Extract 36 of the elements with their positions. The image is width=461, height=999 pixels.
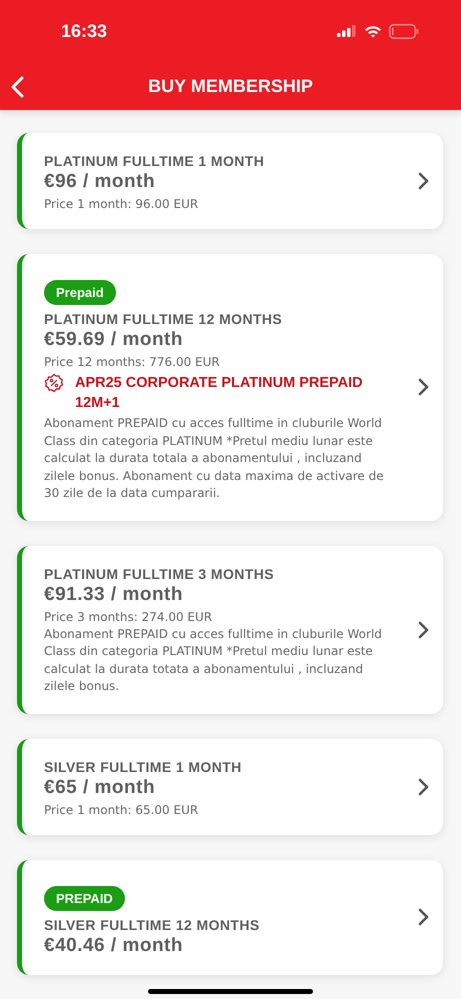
membership-card[interactable] [17,546,443,714]
price-note: Price 3 months: 274.00 EUR [44,610,212,624]
membership-price: €40.46 / month [44,934,183,956]
chevron-right-icon [417,778,429,796]
membership-title: PLATINUM FULLTIME 3 MONTHS [44,566,274,582]
price-note: Price 1 month: 96.00 EUR [44,197,198,211]
membership-price: €96 / month [44,171,156,193]
battery-icon [389,24,419,38]
chevron-right-icon [417,378,429,396]
price-note: Price 12 months: 776.00 EUR [44,355,220,369]
membership-card[interactable]: PREPAID SILVER FULLTIME 12 MONTHS €40.46 / month [17,860,443,974]
prepaid-badge: PREPAID [44,886,125,910]
membership-title: PLATINUM FULLTIME 1 MONTH [44,153,264,169]
chevron-right-icon [417,908,429,926]
membership-title: PLATINUM FULLTIME 12 MONTHS [44,311,282,327]
promo-text: APR25 CORPORATE PLATINUM PREPAID 12M+1 [75,374,364,413]
membership-card[interactable]: PLATINUM FULLTIME 1 MONTH €96 / month Price 1 month: 96.00 EUR [17,133,443,229]
membership-price: €65 / month [44,776,156,798]
membership-description: Abonament PREPAID cu acces fulltime in cluburile World Class din categoria PLATINUM *Pretul mediu lunar este calculat la durata totata a abonamentului , incluzand zilele bonus. [44,626,383,695]
status-time: 16:33 [61,20,108,42]
wifi-icon [364,24,382,38]
membership-card[interactable]: SILVER FULLTIME 1 MONTH €65 / month Price 1 month: 65.00 EUR [17,738,443,834]
membership-description: Abonament PREPAID cu acces fulltime in cluburile World Class din categoria PLATINUM *Pretul mediu lunar este calculat la durata totala a abonamentului , incluzand zilele bonus. Abonament cu data maxima de activare de 30 zile de la data cumpararii. [44,415,385,502]
back-icon[interactable] [10,76,24,98]
page-title: BUY MEMBERSHIP [148,76,313,96]
membership-price: €59.69 / month [44,329,183,351]
membership-price: €91.33 / month [44,584,183,606]
membership-title: SILVER FULLTIME 1 MONTH [44,758,242,774]
discount-icon [44,373,64,393]
price-note: Price 1 month: 65.00 EUR [44,802,198,816]
signal-icon [337,25,357,37]
membership-card[interactable] [17,254,443,520]
membership-title: SILVER FULLTIME 12 MONTHS [44,916,260,932]
chevron-right-icon [417,172,429,190]
chevron-right-icon [417,620,429,638]
prepaid-badge: Prepaid [44,280,116,305]
